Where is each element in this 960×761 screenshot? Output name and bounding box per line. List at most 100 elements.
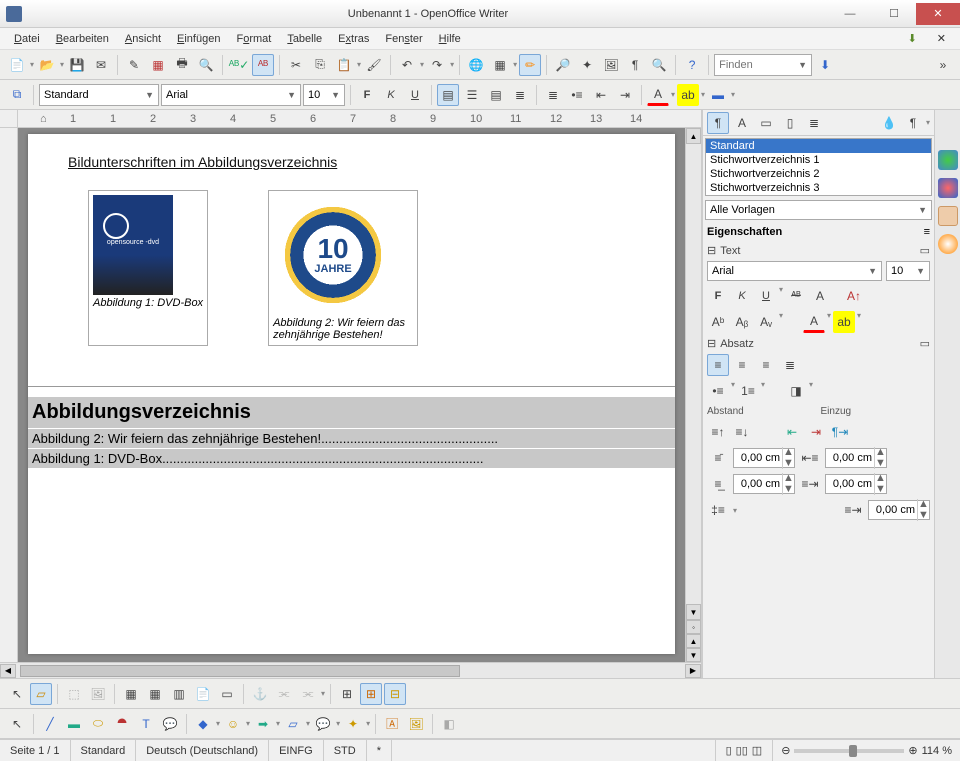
sb-align-right-icon[interactable]: ≡ <box>755 354 777 376</box>
sb-bgcolor-icon[interactable]: ◨ <box>785 380 807 402</box>
spellcheck-icon[interactable]: ᴬᴮ✓ <box>228 54 250 76</box>
view-book-icon[interactable]: ◫ <box>752 744 762 757</box>
find-next-icon[interactable]: ⬇ <box>814 54 836 76</box>
guides-icon[interactable]: ⊟ <box>384 683 406 705</box>
find-icon[interactable]: 🔎 <box>552 54 574 76</box>
download-icon[interactable]: ⬇ <box>902 30 923 47</box>
print-icon[interactable]: 🖶 <box>171 54 193 76</box>
sb-underline-icon[interactable]: U <box>755 285 777 307</box>
sb-fontcolor-icon[interactable]: A <box>803 311 825 333</box>
fill-format-icon[interactable]: 💧 <box>878 112 900 134</box>
scrollbar-horizontal[interactable]: ◀▶ <box>0 662 701 678</box>
draw-icon[interactable]: ✏ <box>519 54 541 76</box>
line-icon[interactable]: ╱ <box>39 713 61 735</box>
menu-ansicht[interactable]: Ansicht <box>119 31 167 47</box>
tab-para-styles-icon[interactable]: ¶ <box>707 112 729 134</box>
indent-first-spinner[interactable]: ▲▼ <box>868 500 930 520</box>
spacing-below-spinner[interactable]: ▲▼ <box>733 474 795 494</box>
ruler-vertical[interactable] <box>0 128 18 662</box>
tab-list-styles-icon[interactable]: ≣ <box>803 112 825 134</box>
sb-spacing-dec-icon[interactable]: ≡↓ <box>731 421 753 443</box>
flowchart-icon[interactable]: ▱ <box>282 713 304 735</box>
select-icon[interactable]: ↖ <box>6 683 28 705</box>
bullets-icon[interactable]: •≡ <box>566 84 588 106</box>
sb-below-icon[interactable]: ≡̲ <box>707 473 729 495</box>
sb-grow-icon[interactable]: A↑ <box>843 285 865 307</box>
sb-align-justify-icon[interactable]: ≣ <box>779 354 801 376</box>
help-icon[interactable]: ? <box>681 54 703 76</box>
indent-right-spinner[interactable]: ▲▼ <box>825 474 887 494</box>
polygon-icon[interactable]: ⯊ <box>111 713 133 735</box>
scrollbar-vertical[interactable]: ▲▼ ◦ ▲ ▼ <box>685 128 701 662</box>
paragraph-section-header[interactable]: ⊟Absatz ▭ <box>703 335 934 352</box>
form-icon[interactable]: ▭ <box>216 683 238 705</box>
view-multi-icon[interactable]: ▯▯ <box>736 744 748 757</box>
symbolshapes-icon[interactable]: ☺ <box>222 713 244 735</box>
pointer-icon[interactable]: ↖ <box>6 713 28 735</box>
close-button[interactable]: ✕ <box>916 3 960 25</box>
deck-properties-icon[interactable] <box>938 150 958 170</box>
zoom-in-icon[interactable]: ⊕ <box>908 744 917 757</box>
minimize-button[interactable]: — <box>828 3 872 25</box>
view-single-icon[interactable]: ▯ <box>726 744 732 757</box>
sb-linespacing-icon[interactable]: ‡≡ <box>707 499 729 521</box>
align-left-icon[interactable]: ▤ <box>437 84 459 106</box>
gallery-icon[interactable]: 🖼 <box>600 54 622 76</box>
bg-color-icon[interactable]: ▬ <box>707 84 729 106</box>
page-viewport[interactable]: Bildunterschriften im Abbildungsverzeich… <box>18 128 685 662</box>
edit-icon[interactable]: ✎ <box>123 54 145 76</box>
align-center-icon[interactable]: ☰ <box>461 84 483 106</box>
sb-strike-icon[interactable]: ᴬᴮ <box>785 285 807 307</box>
figure-1[interactable]: opensource -dvd Abbildung 1: DVD-Box <box>88 190 208 346</box>
undo-icon[interactable]: ↶ <box>396 54 418 76</box>
pdf-icon[interactable]: ▦ <box>147 54 169 76</box>
tab-frame-styles-icon[interactable]: ▭ <box>755 112 777 134</box>
deck-gallery-icon[interactable] <box>938 206 958 226</box>
properties-header[interactable]: Eigenschaften ≡ <box>703 222 934 242</box>
brush-icon[interactable]: 🖌 <box>363 54 385 76</box>
status-language[interactable]: Deutsch (Deutschland) <box>136 740 269 761</box>
sb-bold-icon[interactable]: F <box>707 285 729 307</box>
bold-icon[interactable]: F <box>356 84 378 106</box>
new-icon[interactable]: 📄 <box>6 54 28 76</box>
image-icon[interactable]: 🖼 <box>87 683 109 705</box>
section-icon[interactable]: ▥ <box>168 683 190 705</box>
text-section-header[interactable]: ⊟Text ▭ <box>703 242 934 259</box>
ruler-horizontal[interactable]: ⌂ 1 1 2 3 4 5 6 7 8 9 10 11 12 13 14 <box>0 110 701 128</box>
cut-icon[interactable]: ✂ <box>285 54 307 76</box>
copy-icon[interactable]: ⎘ <box>309 54 331 76</box>
sidebar-size-combo[interactable]: 10▼ <box>886 261 930 281</box>
sb-indent-dec-icon[interactable]: ⇤ <box>781 421 803 443</box>
tbl-icon[interactable]: ▦ <box>120 683 142 705</box>
paste-icon[interactable]: 📋 <box>333 54 355 76</box>
status-style[interactable]: Standard <box>71 740 137 761</box>
sb-highlight-icon[interactable]: ab <box>833 311 855 333</box>
redo-icon[interactable]: ↷ <box>426 54 448 76</box>
align-justify-icon[interactable]: ≣ <box>509 84 531 106</box>
sb-italic-icon[interactable]: K <box>731 285 753 307</box>
arrowshapes-icon[interactable]: ➡ <box>252 713 274 735</box>
sb-case-icon[interactable]: Aᵥ <box>755 311 777 333</box>
collapse-icon[interactable]: ≡ <box>924 226 930 238</box>
status-modified[interactable]: * <box>367 740 392 761</box>
indent-dec-icon[interactable]: ⇤ <box>590 84 612 106</box>
close-doc-icon[interactable]: ✕ <box>931 30 952 47</box>
sb-above-icon[interactable]: ≡̄ <box>707 447 729 469</box>
menu-extras[interactable]: Extras <box>332 31 375 47</box>
zoom-icon[interactable]: 🔍 <box>648 54 670 76</box>
sb-numbering-icon[interactable]: 1≡ <box>737 380 759 402</box>
more-icon[interactable]: ▭ <box>920 337 930 350</box>
hyperlink-icon[interactable]: 🌐 <box>465 54 487 76</box>
font-name-combo[interactable]: Arial▼ <box>161 84 301 106</box>
navigator-icon[interactable]: ✦ <box>576 54 598 76</box>
email-icon[interactable]: ✉ <box>90 54 112 76</box>
grid-icon[interactable]: ⊞ <box>336 683 358 705</box>
highlight-icon[interactable]: ab <box>677 84 699 106</box>
zoom-control[interactable]: ⊖ ⊕ 114 % <box>773 744 960 757</box>
menu-format[interactable]: Format <box>230 31 277 47</box>
callout-icon[interactable]: 💬 <box>159 713 181 735</box>
zoom-slider[interactable] <box>794 749 904 753</box>
basicshapes-icon[interactable]: ◆ <box>192 713 214 735</box>
tbl2-icon[interactable]: ▦ <box>144 683 166 705</box>
sb-sub-icon[interactable]: Aᵦ <box>731 311 753 333</box>
